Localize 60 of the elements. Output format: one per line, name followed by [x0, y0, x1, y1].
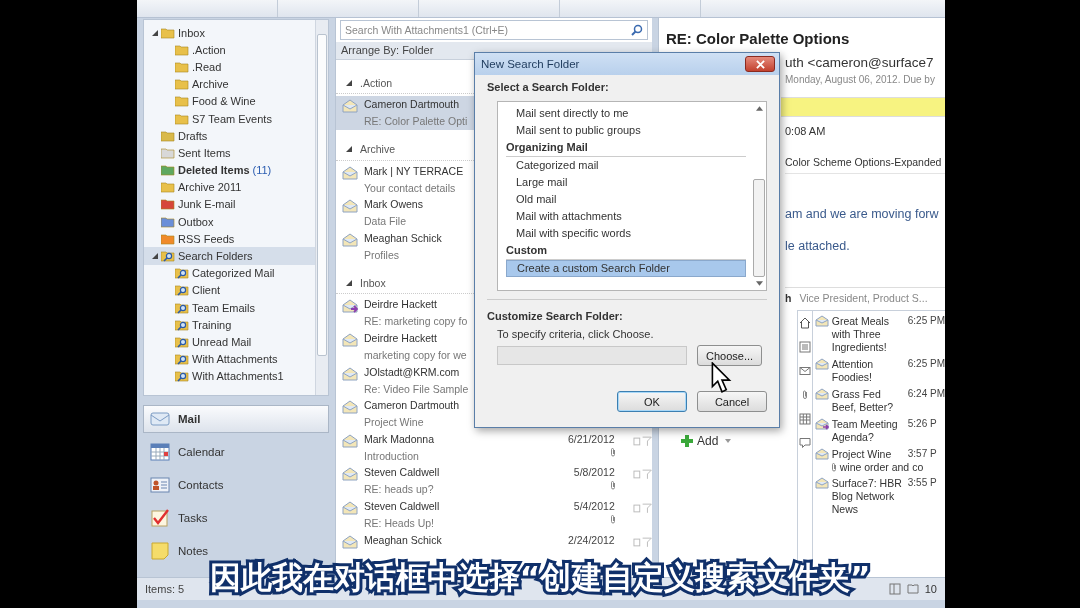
- message-sender: Steven Caldwell: [364, 499, 441, 513]
- feed-title: Surface7: HBR Blog Network News: [831, 477, 903, 516]
- feed-time: 6:25 PM: [907, 315, 945, 328]
- hint-text: To specify criteria, click Choose.: [497, 328, 655, 340]
- body-text: am and we are moving forw: [785, 207, 940, 221]
- message-date: 2/24/2012: [568, 533, 615, 546]
- feed-note: wine order and co: [839, 461, 924, 473]
- message-sender: Mark Owens: [364, 198, 424, 212]
- message-title: RE: Color Palette Options: [665, 29, 851, 49]
- group-header: Inbox: [360, 276, 386, 289]
- message-subject: Re: Video File Sample: [364, 382, 470, 396]
- message-subject: Project Wine: [364, 416, 425, 430]
- sent-date: Monday, August 06, 2012. Due by: [785, 74, 936, 85]
- message-subject: RE: Heads Up!: [364, 516, 436, 530]
- sender-address: uth <cameron@surface7: [785, 55, 935, 70]
- message-sender: Mark Madonna: [364, 432, 436, 446]
- message-sender: Cameron Dartmouth: [364, 399, 461, 413]
- message-sender: JOlstadt@KRM.com: [364, 365, 461, 379]
- person-name: h: [785, 292, 792, 304]
- message-sender: Cameron Dartmouth: [364, 98, 461, 111]
- message-sender: Mark | NY TERRACE: [364, 164, 465, 178]
- message-date: 5/8/2012: [573, 466, 615, 479]
- dialog-title: New Search Folder: [481, 58, 580, 70]
- message-sender: Meaghan Schick: [364, 231, 443, 245]
- message-subject: marketing copy for we: [364, 348, 468, 362]
- group-header: .Action: [360, 76, 393, 89]
- message-sender: Meaghan Schick: [364, 533, 443, 547]
- feed-title: Attention Foodies!: [831, 358, 875, 384]
- group-header: Archive: [360, 143, 395, 156]
- message-subject: Your contact details: [364, 181, 457, 195]
- person-title: Vice President, Product S...: [799, 292, 928, 304]
- message-subject: RE: Color Palette Opti: [364, 115, 469, 128]
- sent-time: 0:08 AM: [785, 125, 827, 137]
- message-subject: Profiles: [364, 248, 400, 262]
- list-group-header: Organizing Mail: [506, 139, 746, 157]
- feed-title: Project Wine: [831, 448, 893, 461]
- message-sender: Deirdre Hackett: [364, 331, 438, 345]
- feed-time: 3:55 P: [907, 477, 937, 490]
- feed-time: 6:25 PM: [907, 358, 945, 371]
- message-date: 5/4/2012: [573, 499, 615, 512]
- message-subject: RE: marketing copy fo: [364, 315, 469, 329]
- feed-title: Grass Fed Beef, Better?: [831, 388, 895, 414]
- zoom-level: 10: [924, 583, 937, 595]
- section-label: Select a Search Folder:: [487, 81, 610, 93]
- message-date: 6/21/2012: [568, 432, 615, 445]
- feed-title: Great Meals with Three Ingredients!: [831, 315, 890, 354]
- message-subject: RE: heads up?: [364, 483, 435, 497]
- message-subject: Data File: [364, 215, 407, 229]
- feed-time: 3:57 P: [907, 448, 937, 461]
- section-label: Customize Search Folder:: [487, 310, 624, 322]
- feed-time: 6:24 PM: [907, 388, 945, 401]
- feed-title: Team Meeting Agenda?: [831, 418, 899, 444]
- feed-time: 5:26 P: [907, 418, 937, 431]
- message-sender: Steven Caldwell: [364, 466, 441, 480]
- message-subject: Introduction: [364, 449, 420, 463]
- subtitle: 因此我在对话框中选择“创建自定义搜索文件夹”: [209, 557, 871, 597]
- item-count: Items: 5: [145, 583, 185, 595]
- body-text: le attached.: [785, 239, 851, 253]
- message-sender: Deirdre Hackett: [364, 298, 438, 312]
- unread-count: (11): [252, 164, 272, 177]
